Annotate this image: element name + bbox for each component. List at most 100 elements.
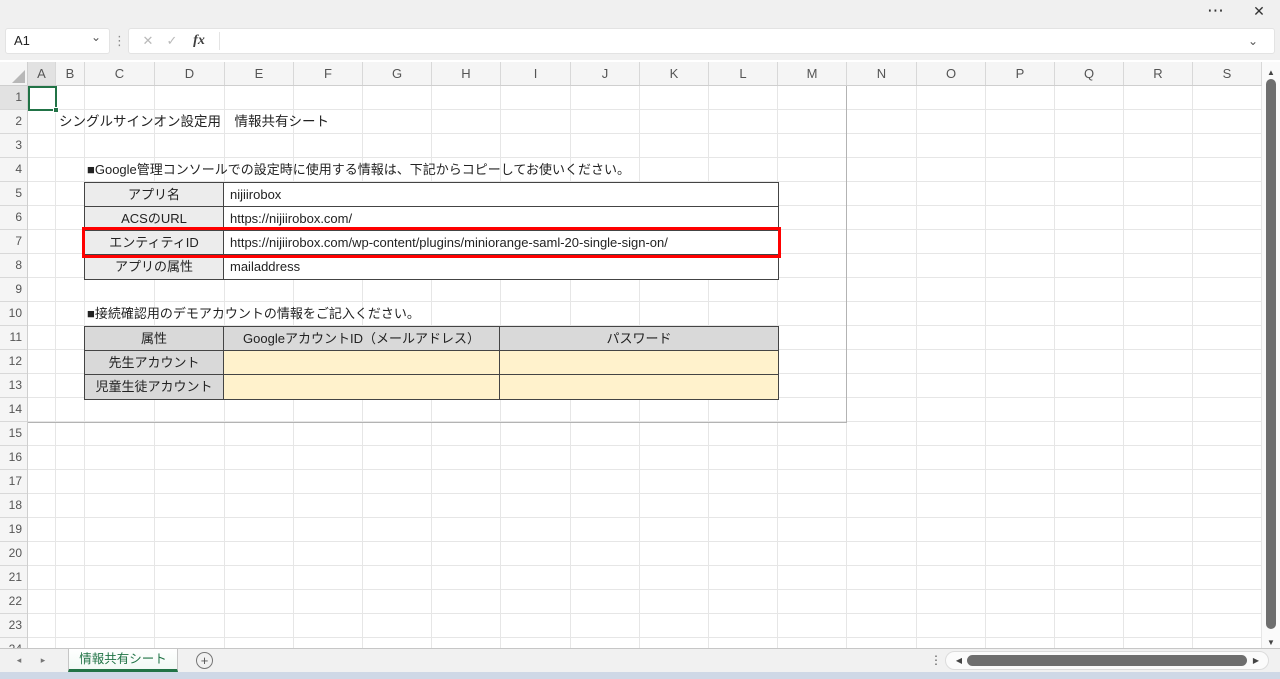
cell-entity-id-label[interactable]: エンティティID [85,231,224,254]
column-header-I[interactable]: I [501,62,571,85]
column-header-G[interactable]: G [363,62,432,85]
formula-expand-chevron-icon[interactable]: ⌄ [1241,30,1265,52]
gridline [1192,86,1193,648]
row-header-1[interactable]: 1 [0,86,27,110]
column-header-F[interactable]: F [294,62,363,85]
cell-student-password-input[interactable] [500,375,778,399]
table-row: アプリの属性 mailaddress [85,255,778,279]
insert-function-icon[interactable]: fx [187,29,211,53]
select-all-corner[interactable] [0,62,28,86]
gridline [55,86,56,648]
scroll-down-icon[interactable]: ▼ [1265,634,1277,651]
row-header-18[interactable]: 18 [0,494,27,518]
horizontal-scrollbar-thumb[interactable] [967,655,1247,666]
cancel-icon[interactable]: ✕ [137,29,159,53]
row-header-8[interactable]: 8 [0,254,27,278]
sheet-nav-left-icon[interactable]: ◂ [8,649,30,672]
row-header-10[interactable]: 10 [0,302,27,326]
row-header-22[interactable]: 22 [0,590,27,614]
scroll-right-icon[interactable]: ▶ [1250,652,1262,669]
column-header-P[interactable]: P [986,62,1055,85]
gridline [985,86,986,648]
page-break-line-horizontal [28,422,847,423]
column-header-L[interactable]: L [709,62,778,85]
more-options-icon[interactable]: ⋯ [1198,0,1234,24]
row-header-19[interactable]: 19 [0,518,27,542]
header-google-account-id[interactable]: GoogleアカウントID（メールアドレス） [224,327,500,350]
close-icon[interactable]: ✕ [1242,0,1276,24]
scroll-left-icon[interactable]: ◀ [953,652,965,669]
horizontal-scrollbar[interactable]: ◀ ▶ [945,651,1269,670]
column-header-J[interactable]: J [571,62,640,85]
table-row: 先生アカウント [85,351,778,375]
cell-student-account-label[interactable]: 児童生徒アカウント [85,375,224,399]
sheet-grid[interactable]: シングルサインオン設定用 情報共有シート ■Google管理コンソールでの設定時… [28,86,1262,648]
cell-teacher-account-label[interactable]: 先生アカウント [85,351,224,374]
row-header-14[interactable]: 14 [0,398,27,422]
column-header-H[interactable]: H [432,62,501,85]
row-header-21[interactable]: 21 [0,566,27,590]
cell-note-google-console[interactable]: ■Google管理コンソールでの設定時に使用する情報は、下記からコピーしてお使い… [87,158,630,182]
column-header-E[interactable]: E [225,62,294,85]
row-header-9[interactable]: 9 [0,278,27,302]
header-attribute[interactable]: 属性 [85,327,224,350]
row-header-12[interactable]: 12 [0,350,27,374]
cell-app-name-label[interactable]: アプリ名 [85,183,224,206]
cell-sheet-title[interactable]: シングルサインオン設定用 情報共有シート [59,110,329,134]
row-header-2[interactable]: 2 [0,110,27,134]
cell-entity-id-value[interactable]: https://nijiirobox.com/wp-content/plugin… [224,231,778,254]
formula-input[interactable] [221,29,1231,53]
vertical-scrollbar-thumb[interactable] [1266,79,1276,629]
row-header-4[interactable]: 4 [0,158,27,182]
row-header-6[interactable]: 6 [0,206,27,230]
column-header-N[interactable]: N [847,62,917,85]
cell-acs-url-label[interactable]: ACSのURL [85,207,224,230]
sheet-tab-active[interactable]: 情報共有シート [68,649,178,672]
row-header-7[interactable]: 7 [0,230,27,254]
cell-note-demo-account[interactable]: ■接続確認用のデモアカウントの情報をご記入ください。 [87,302,420,326]
add-sheet-icon[interactable]: + [196,652,213,669]
row-header-17[interactable]: 17 [0,470,27,494]
name-box-chevron-down-icon[interactable]: ⌄ [88,26,104,48]
column-header-M[interactable]: M [778,62,847,85]
table-row: 児童生徒アカウント [85,375,778,399]
row-header-13[interactable]: 13 [0,374,27,398]
enter-icon[interactable]: ✓ [161,29,183,53]
sso-info-table: アプリ名 nijiirobox ACSのURL https://nijiirob… [84,182,779,280]
row-header-24[interactable]: 24 [0,638,27,648]
row-header-3[interactable]: 3 [0,134,27,158]
cell-teacher-account-id-input[interactable] [224,351,500,374]
table-row: アプリ名 nijiirobox [85,183,778,207]
row-header-15[interactable]: 15 [0,422,27,446]
column-header-S[interactable]: S [1193,62,1262,85]
row-header-20[interactable]: 20 [0,542,27,566]
row-header-23[interactable]: 23 [0,614,27,638]
column-header-A[interactable]: A [28,62,56,85]
column-header-O[interactable]: O [917,62,986,85]
divider [219,32,220,50]
column-header-D[interactable]: D [155,62,225,85]
scrollbar-grip-icon[interactable]: ⋮ [930,649,942,672]
column-header-B[interactable]: B [56,62,85,85]
gridline [1123,86,1124,648]
header-password[interactable]: パスワード [500,327,778,350]
cell-teacher-password-input[interactable] [500,351,778,374]
cell-acs-url-value[interactable]: https://nijiirobox.com/ [224,207,778,230]
cell-student-account-id-input[interactable] [224,375,500,399]
column-headers: ABCDEFGHIJKLMNOPQRS [28,62,1262,86]
sheet-nav-right-icon[interactable]: ▸ [32,649,54,672]
formula-bar-splitter-icon[interactable]: ⋮ [113,28,125,54]
row-header-16[interactable]: 16 [0,446,27,470]
column-header-Q[interactable]: Q [1055,62,1124,85]
column-header-R[interactable]: R [1124,62,1193,85]
column-header-K[interactable]: K [640,62,709,85]
gridline [1054,86,1055,648]
row-header-5[interactable]: 5 [0,182,27,206]
vertical-scrollbar[interactable]: ▲ ▼ [1262,62,1280,648]
cell-app-attribute-value[interactable]: mailaddress [224,255,778,279]
select-all-triangle-icon [12,70,25,83]
cell-app-attribute-label[interactable]: アプリの属性 [85,255,224,279]
row-header-11[interactable]: 11 [0,326,27,350]
cell-app-name-value[interactable]: nijiirobox [224,183,778,206]
column-header-C[interactable]: C [85,62,155,85]
